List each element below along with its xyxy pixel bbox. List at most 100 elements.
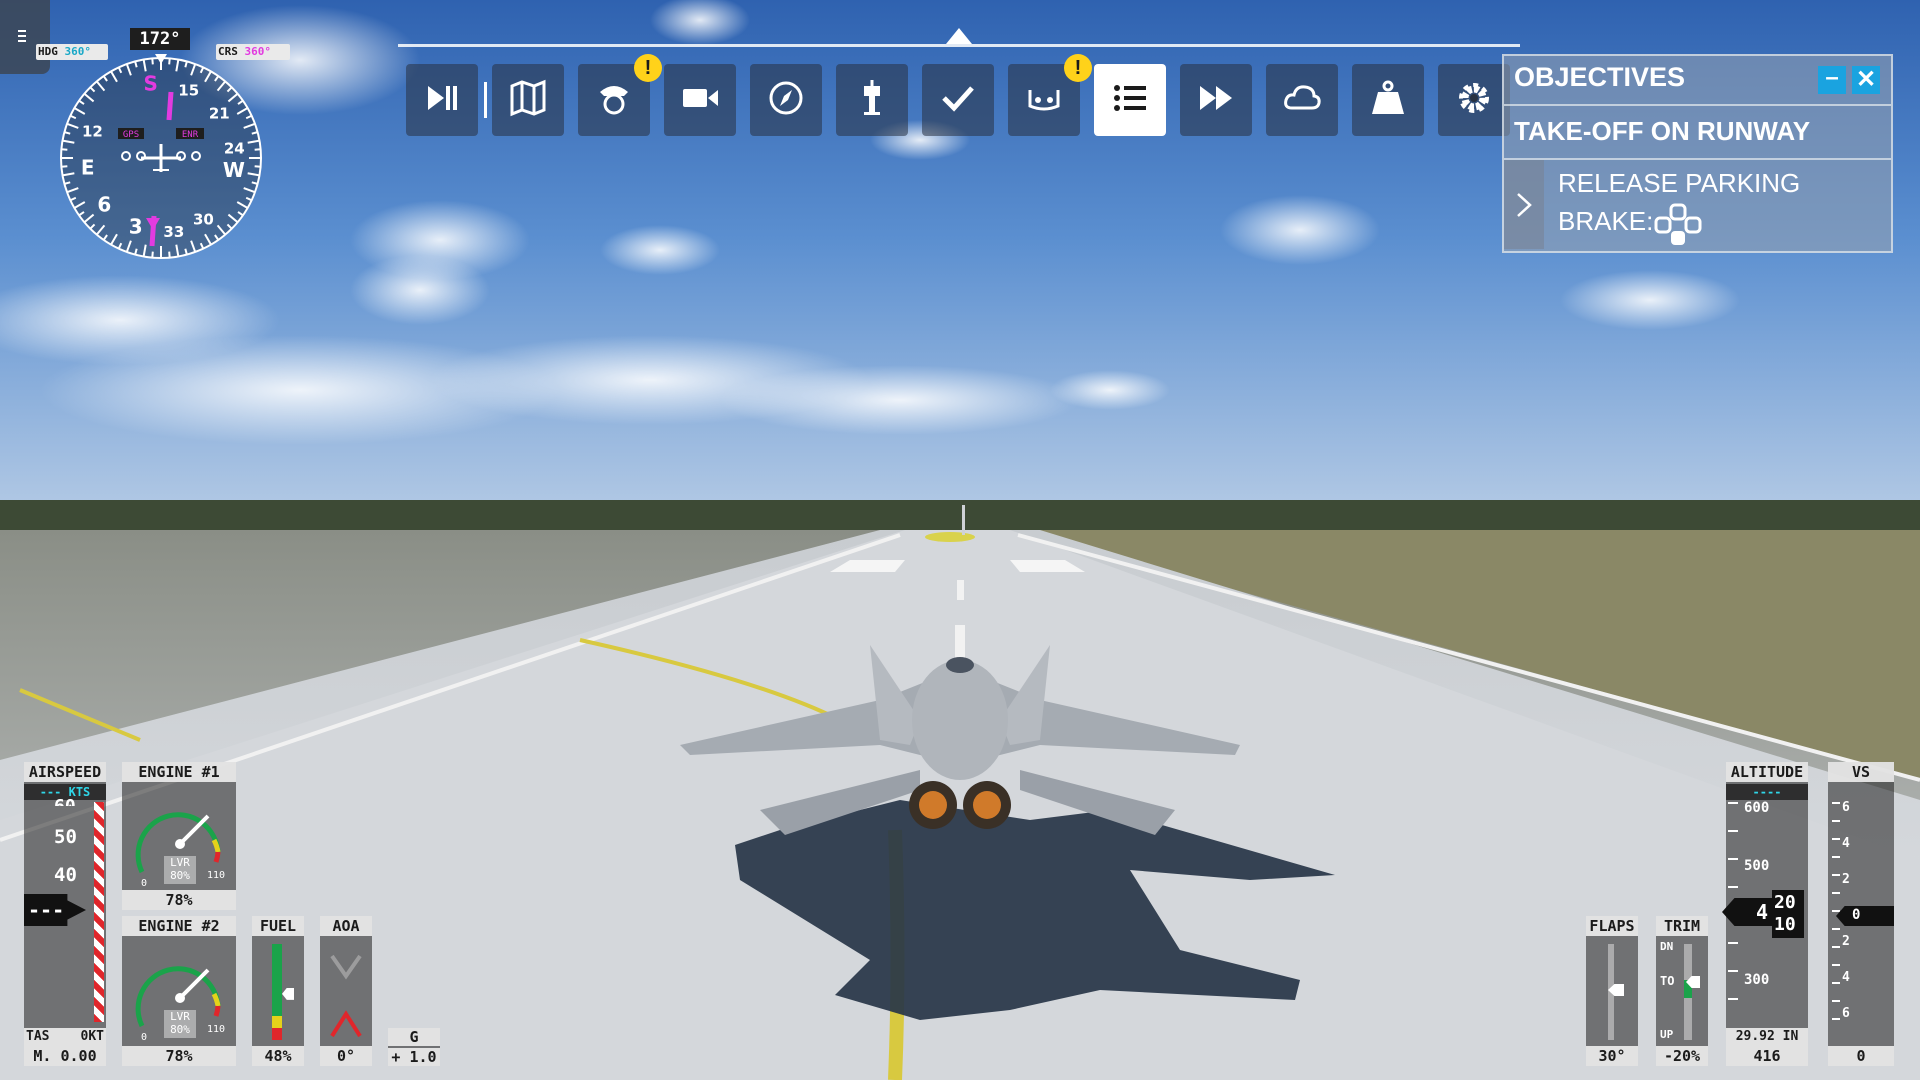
- tas-value: 0KT: [80, 1029, 104, 1044]
- trim-to-label: TO: [1660, 974, 1675, 988]
- fuel-bar-track: [272, 944, 282, 1040]
- svg-text:80%: 80%: [170, 869, 190, 882]
- tas-label: TAS: [26, 1029, 50, 1044]
- objective-task: TAKE-OFF ON RUNWAY: [1514, 116, 1811, 146]
- altitude-selected: ----: [1726, 784, 1808, 800]
- airspeed-tape: AIRSPEED --- KTS 60 50 40 --- TAS 0KT M.…: [24, 762, 106, 1066]
- weight-balance-icon: [1368, 78, 1408, 122]
- engine-2-dial: LVR 80% 0 110: [135, 966, 225, 1043]
- tas-readout: TAS 0KT: [24, 1028, 106, 1046]
- objectives-close-button[interactable]: ✕: [1852, 66, 1880, 94]
- altitude-current-hundreds: 4: [1756, 900, 1769, 924]
- altitude-value: 416: [1726, 1046, 1808, 1066]
- toolbar-weight-balance-button[interactable]: [1352, 64, 1424, 136]
- toolbar-track[interactable]: [398, 44, 1520, 47]
- altitude-tape: ALTITUDE ---- 600 500 300 4 20 10 29.92 …: [1722, 762, 1808, 1066]
- compass-label-12: 12: [82, 122, 103, 140]
- toolbar-map-button[interactable]: [492, 64, 564, 136]
- vs-label: VS: [1828, 762, 1894, 782]
- baro-readout: 29.92 IN: [1726, 1028, 1808, 1046]
- svg-text:0: 0: [141, 878, 147, 889]
- compass-rose: GPS ENR S 152124W30333E126: [60, 54, 262, 259]
- toolbar-toggle-notch[interactable]: [946, 28, 972, 44]
- vs-tick-4-down: 4: [1842, 970, 1850, 985]
- engine-2-gauge: ENGINE #2 LVR 80% 0 110 78%: [122, 916, 236, 1066]
- compass-label-W: W: [223, 158, 245, 182]
- engine-1-label: ENGINE #1: [122, 762, 236, 782]
- trim-up-label: UP: [1660, 1028, 1674, 1041]
- map-icon: [508, 78, 548, 122]
- controls-icon: [1024, 78, 1064, 122]
- aoa-value: 0°: [320, 1046, 372, 1066]
- trim-track: [1684, 944, 1692, 1040]
- compass-instrument: 172° HDG 360° CRS 360° GPS ENR S 15 21 24 W 3…: [36, 26, 296, 270]
- airspeed-tick-60: 60: [54, 796, 76, 806]
- compass-label-24: 24: [224, 140, 245, 158]
- airspeed-label: AIRSPEED: [24, 762, 106, 782]
- grip-icon: [18, 30, 26, 44]
- warning-badge-icon: !: [634, 54, 662, 82]
- svg-text:110: 110: [207, 870, 225, 881]
- settings-icon: [1454, 78, 1494, 122]
- altitude-selected-value: ----: [1752, 785, 1782, 799]
- aoa-gauge: AOA 0°: [320, 916, 372, 1066]
- airspeed-current: ---: [28, 898, 65, 922]
- altitude-tick-500: 500: [1744, 858, 1770, 874]
- toolbar-atc-tower-button[interactable]: [836, 64, 908, 136]
- compass-label-21: 21: [209, 104, 230, 122]
- vs-value: 0: [1828, 1046, 1894, 1066]
- toolbar-separator: [484, 82, 487, 118]
- vs-tick-2-down: 2: [1842, 934, 1850, 949]
- engine-2-label: ENGINE #2: [122, 916, 236, 936]
- toolbar-sim-rate-button[interactable]: [1180, 64, 1252, 136]
- toolbar-objectives-button[interactable]: [1094, 64, 1166, 136]
- toolbar-camera-button[interactable]: [664, 64, 736, 136]
- fuel-value: 48%: [252, 1046, 304, 1066]
- g-meter: G + 1.0: [388, 1028, 440, 1066]
- checklist-icon: [938, 78, 978, 122]
- compass-label-3: 3: [129, 215, 143, 239]
- engine-1-value: 78%: [122, 890, 236, 910]
- vs-current: 0: [1852, 907, 1861, 923]
- weather-icon: [1282, 78, 1322, 122]
- svg-text:110: 110: [207, 1024, 225, 1035]
- compass-label-6: 6: [97, 193, 111, 217]
- flaps-gauge: FLAPS 30°: [1586, 916, 1638, 1066]
- airspeed-pointer: ---: [24, 894, 86, 926]
- g-value: + 1.0: [388, 1048, 440, 1066]
- aoa-label: AOA: [320, 916, 372, 936]
- altitude-label: ALTITUDE: [1726, 762, 1808, 782]
- vs-tick-6-up: 6: [1842, 800, 1850, 815]
- chevron-right-icon: [1517, 193, 1532, 217]
- altitude-current-tens-bottom: 10: [1774, 914, 1796, 935]
- airspeed-tick-40: 40: [54, 864, 77, 886]
- trim-dn-label: DN: [1660, 940, 1674, 953]
- engine-1-gauge: ENGINE #1 LVR 80% 0 110 78%: [122, 762, 236, 910]
- warning-badge-icon: !: [1064, 54, 1092, 82]
- vs-tick-2-up: 2: [1842, 872, 1850, 887]
- overspeed-stripe: [94, 802, 104, 1022]
- divider: [1504, 158, 1891, 160]
- subtask-line-1: RELEASE PARKING: [1558, 168, 1801, 198]
- gamepad-dpad-icon: [1654, 203, 1702, 245]
- subtask-expander[interactable]: [1504, 160, 1544, 249]
- toolbar-pause-play-button[interactable]: [406, 64, 478, 136]
- fuel-level-pointer: [282, 987, 294, 1000]
- toolbar-checklist-button[interactable]: [922, 64, 994, 136]
- toolbar-compass-button[interactable]: [750, 64, 822, 136]
- engine-1-dial: LVR 80% 0 110: [135, 812, 225, 889]
- altitude-tick-600: 600: [1744, 800, 1770, 816]
- g-label: G: [388, 1028, 440, 1046]
- compass-label-15: 15: [178, 81, 199, 99]
- vertical-speed-tape: VS 6 4 2 2 4 6 0 0: [1828, 762, 1894, 1066]
- toolbar-weather-button[interactable]: [1266, 64, 1338, 136]
- vs-pointer: 0: [1836, 906, 1894, 926]
- compass-label-30: 30: [193, 211, 214, 229]
- vs-tick-4-up: 4: [1842, 836, 1850, 851]
- svg-text:80%: 80%: [170, 1023, 190, 1036]
- objectives-minimize-button[interactable]: –: [1818, 66, 1846, 94]
- svg-text:LVR: LVR: [170, 1010, 190, 1023]
- toolbar-settings-button[interactable]: [1438, 64, 1510, 136]
- objectives-title: OBJECTIVES: [1514, 62, 1686, 92]
- flaps-value: 30°: [1586, 1046, 1638, 1066]
